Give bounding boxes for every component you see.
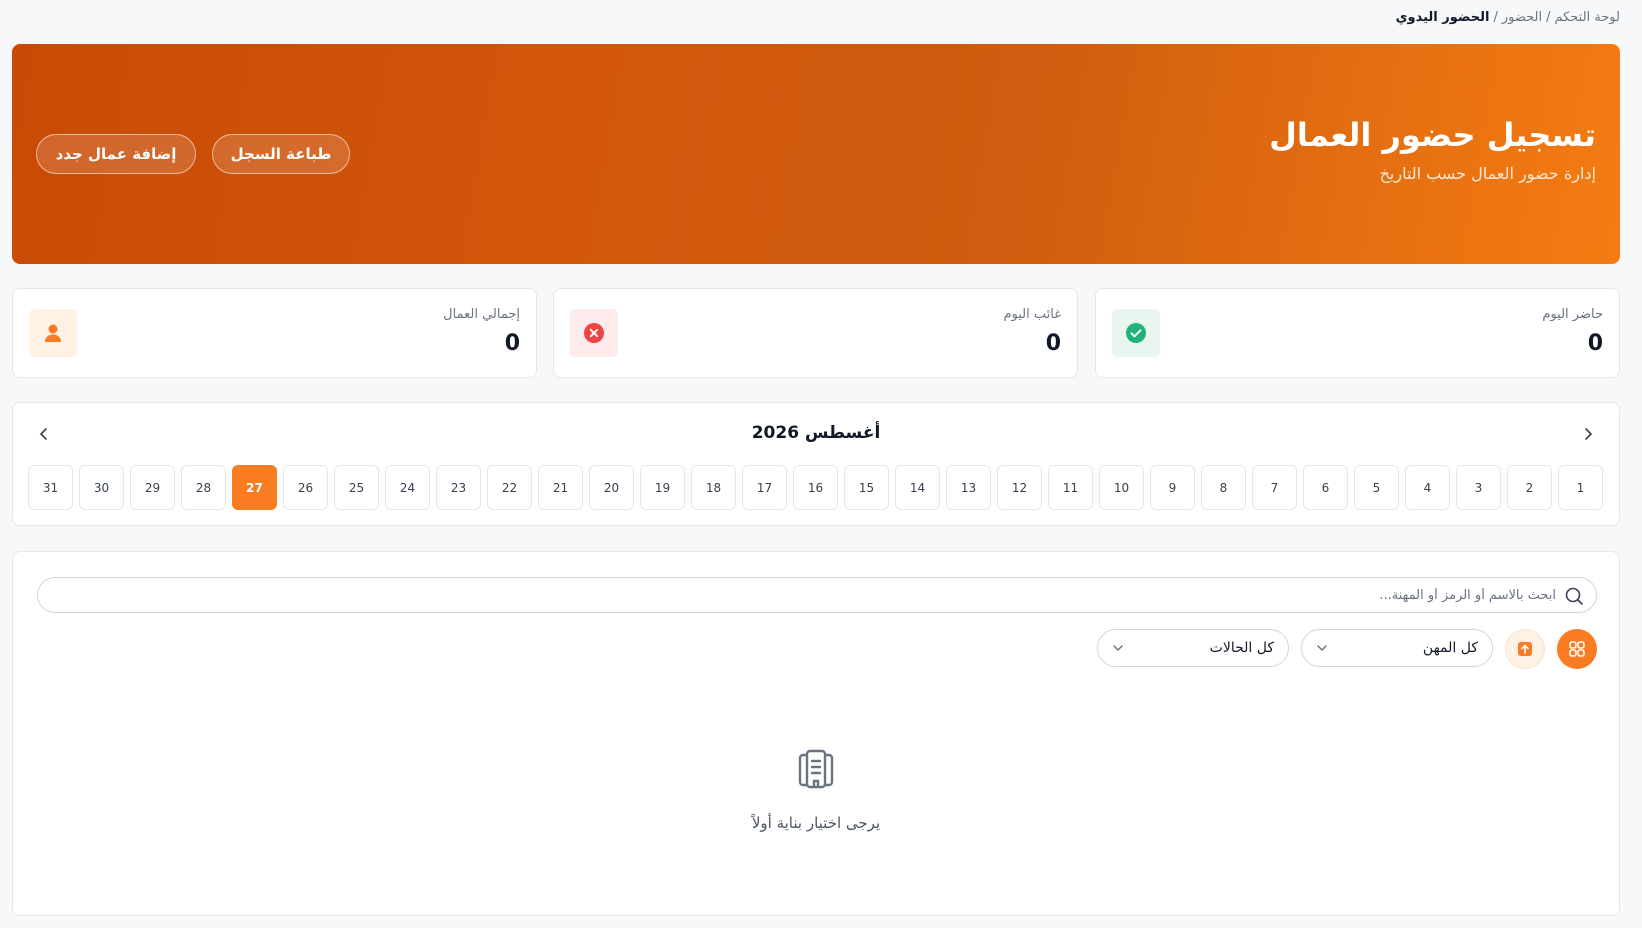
stat-label-present: حاضر اليوم xyxy=(1542,307,1603,322)
breadcrumb-separator: / xyxy=(1493,10,1498,25)
day-button[interactable]: 15 xyxy=(844,465,889,510)
header-banner: تسجيل حضور العمال إدارة حضور العمال حسب … xyxy=(12,44,1620,264)
day-button[interactable]: 4 xyxy=(1405,465,1450,510)
breadcrumb-section[interactable]: الحضور xyxy=(1502,10,1542,25)
stat-card-present: حاضر اليوم 0 xyxy=(1095,288,1620,378)
profession-select[interactable]: كل المهن xyxy=(1301,629,1493,667)
date-picker: أغسطس 2026 1 2 3 4 5 6 7 8 9 10 11 12 13 14 15 16 17 18 19… xyxy=(12,402,1620,526)
day-button[interactable]: 24 xyxy=(385,465,430,510)
search-box xyxy=(37,577,1597,613)
stat-label-total: إجمالي العمال xyxy=(443,307,520,322)
day-button[interactable]: 26 xyxy=(283,465,328,510)
day-button[interactable]: 28 xyxy=(181,465,226,510)
breadcrumb-home[interactable]: لوحة التحكم xyxy=(1554,10,1620,25)
page-subtitle: إدارة حضور العمال حسب التاريخ xyxy=(1379,164,1596,183)
day-button[interactable]: 16 xyxy=(793,465,838,510)
stat-card-absent: غائب اليوم 0 xyxy=(553,288,1078,378)
day-button[interactable]: 1 xyxy=(1558,465,1603,510)
page-title: تسجيل حضور العمال xyxy=(1269,116,1596,154)
day-button[interactable]: 12 xyxy=(997,465,1042,510)
day-button[interactable]: 20 xyxy=(589,465,634,510)
search-input[interactable] xyxy=(54,578,1556,612)
month-title: أغسطس 2026 xyxy=(751,423,881,443)
day-button[interactable]: 31 xyxy=(28,465,73,510)
breadcrumb: لوحة التحكم / الحضور / الحضور اليدوي xyxy=(1396,10,1620,25)
stat-label-absent: غائب اليوم xyxy=(1003,307,1061,322)
day-button[interactable]: 9 xyxy=(1150,465,1195,510)
empty-state-message: يرجى اختيار بناية أولاً xyxy=(751,814,881,832)
day-button[interactable]: 3 xyxy=(1456,465,1501,510)
building-icon xyxy=(798,749,834,789)
day-button[interactable]: 5 xyxy=(1354,465,1399,510)
search-icon xyxy=(1565,587,1583,605)
stat-value-total: 0 xyxy=(504,331,520,356)
chevron-left-icon[interactable] xyxy=(29,419,59,449)
workers-panel: كل المهن كل الحالات يرجى اختيار بناية أو… xyxy=(12,551,1620,916)
print-record-button[interactable]: طباعة السجل xyxy=(212,134,350,174)
status-select[interactable]: كل الحالات xyxy=(1097,629,1289,667)
user-icon xyxy=(29,309,77,357)
chevron-down-icon xyxy=(1317,645,1327,652)
day-button[interactable]: 11 xyxy=(1048,465,1093,510)
status-select-value: كل الحالات xyxy=(1209,640,1274,656)
day-button[interactable]: 2 xyxy=(1507,465,1552,510)
stat-card-total: إجمالي العمال 0 xyxy=(12,288,537,378)
day-button[interactable]: 18 xyxy=(691,465,736,510)
chevron-down-icon xyxy=(1113,645,1123,652)
day-button[interactable]: 6 xyxy=(1303,465,1348,510)
day-button[interactable]: 23 xyxy=(436,465,481,510)
stat-value-present: 0 xyxy=(1587,331,1603,356)
day-button[interactable]: 10 xyxy=(1099,465,1144,510)
day-button[interactable]: 29 xyxy=(130,465,175,510)
export-button[interactable] xyxy=(1505,629,1545,669)
upload-icon xyxy=(1518,642,1532,656)
day-button[interactable]: 21 xyxy=(538,465,583,510)
day-button[interactable]: 7 xyxy=(1252,465,1297,510)
check-circle-icon xyxy=(1112,309,1160,357)
day-button[interactable]: 17 xyxy=(742,465,787,510)
profession-select-value: كل المهن xyxy=(1422,640,1478,656)
breadcrumb-current: الحضور اليدوي xyxy=(1395,10,1490,25)
stat-value-absent: 0 xyxy=(1045,331,1061,356)
day-button[interactable]: 19 xyxy=(640,465,685,510)
day-button[interactable]: 22 xyxy=(487,465,532,510)
grid-icon xyxy=(1569,641,1585,657)
day-button[interactable]: 30 xyxy=(79,465,124,510)
add-workers-button[interactable]: إضافة عمال جدد xyxy=(36,134,196,174)
day-button[interactable]: 27 xyxy=(232,465,277,510)
day-button[interactable]: 25 xyxy=(334,465,379,510)
day-button[interactable]: 13 xyxy=(946,465,991,510)
day-button[interactable]: 8 xyxy=(1201,465,1246,510)
day-button[interactable]: 14 xyxy=(895,465,940,510)
day-list: 1 2 3 4 5 6 7 8 9 10 11 12 13 14 15 16 17 18 19 20 21 22 23 24 2… xyxy=(28,465,1603,510)
breadcrumb-separator: / xyxy=(1546,10,1551,25)
x-circle-icon xyxy=(570,309,618,357)
grid-view-button[interactable] xyxy=(1557,629,1597,669)
